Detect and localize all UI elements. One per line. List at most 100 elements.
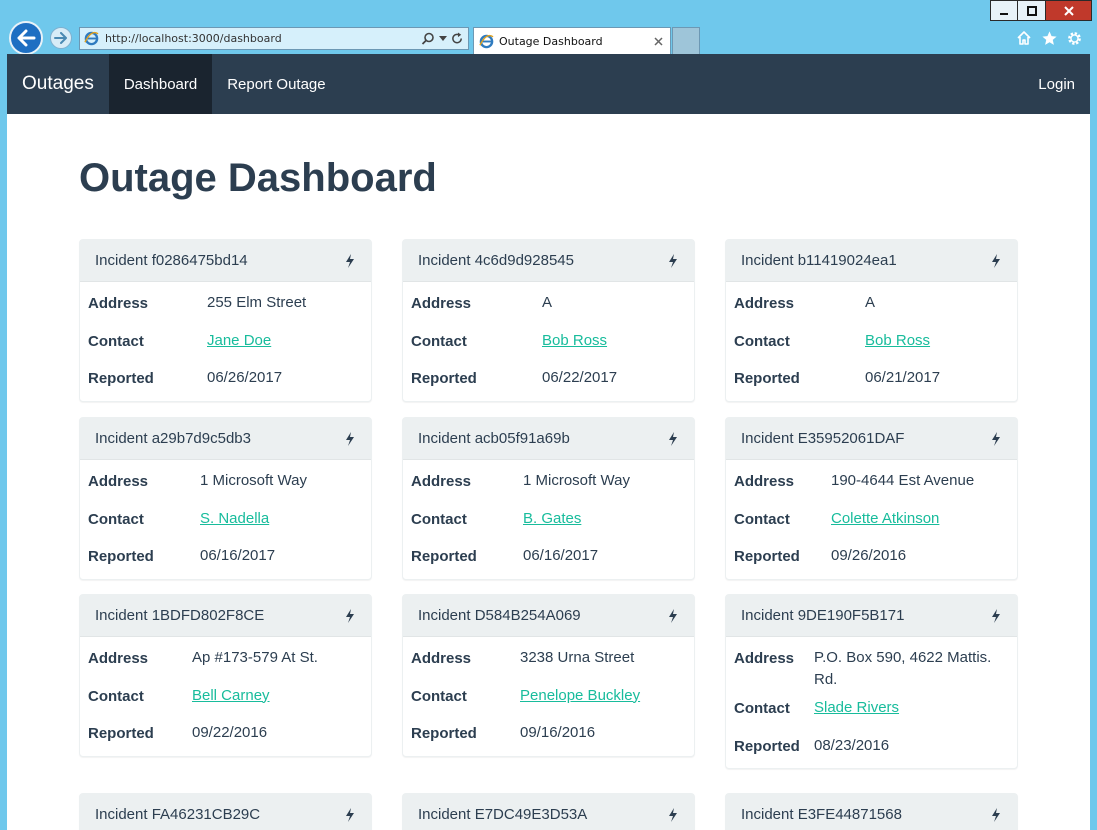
refresh-icon[interactable] bbox=[451, 32, 464, 45]
favorites-button[interactable] bbox=[1040, 29, 1058, 47]
ie-page-icon bbox=[84, 31, 99, 46]
contact-label: Contact bbox=[734, 332, 790, 350]
contact-link[interactable]: Bob Ross bbox=[865, 330, 930, 352]
browser-toolbar-icons bbox=[1015, 29, 1083, 47]
nav-report-outage[interactable]: Report Outage bbox=[212, 54, 340, 114]
address-label: Address bbox=[734, 295, 795, 312]
contact-label: Contact bbox=[734, 700, 790, 717]
tab-close-button[interactable] bbox=[650, 33, 666, 49]
contact-link[interactable]: Penelope Buckley bbox=[520, 685, 640, 707]
incident-title: Incident acb05f91a69b bbox=[418, 430, 570, 447]
incident-card-header: Incident E35952061DAF bbox=[726, 418, 1017, 460]
address-value: A bbox=[542, 294, 553, 311]
bolt-icon bbox=[989, 807, 1003, 823]
incident-card-header: Incident b11419024ea1 bbox=[726, 240, 1017, 282]
back-button[interactable] bbox=[9, 21, 43, 55]
contact-row: Contact Bell Carney bbox=[88, 679, 363, 717]
address-bar[interactable]: http://localhost:3000/dashboard bbox=[79, 27, 469, 50]
incident-card-body: Address Ap #173-579 At St. Contact Bell Ca… bbox=[80, 637, 371, 756]
minimize-icon bbox=[1000, 12, 1008, 15]
incident-card-body: Address 1 Microsoft Way Contact B. Gates R… bbox=[403, 460, 694, 579]
incident-card: Incident D584B254A069 Address 3238 Urna S… bbox=[402, 594, 695, 757]
reported-label: Reported bbox=[734, 370, 800, 387]
close-tab-icon bbox=[653, 36, 663, 46]
home-button[interactable] bbox=[1015, 29, 1033, 47]
maximize-button[interactable] bbox=[1018, 0, 1046, 21]
contact-label: Contact bbox=[88, 510, 144, 528]
address-row: Address 1 Microsoft Way bbox=[88, 464, 363, 502]
contact-label: Contact bbox=[411, 510, 467, 528]
incident-card-body: Address 1 Microsoft Way Contact S. Nadella… bbox=[80, 460, 371, 579]
incident-title: Incident 4c6d9d928545 bbox=[418, 252, 574, 269]
new-tab-button[interactable] bbox=[672, 27, 700, 54]
incident-card: Incident 1BDFD802F8CE Address Ap #173-579… bbox=[79, 594, 372, 757]
arrow-left-icon bbox=[17, 29, 36, 47]
contact-link[interactable]: Slade Rivers bbox=[814, 697, 899, 719]
reported-label: Reported bbox=[411, 370, 477, 387]
incident-title: Incident D584B254A069 bbox=[418, 607, 581, 624]
bolt-icon bbox=[343, 253, 357, 269]
reported-value: 09/26/2016 bbox=[831, 547, 907, 564]
search-icon[interactable] bbox=[421, 32, 435, 46]
contact-link[interactable]: Bob Ross bbox=[542, 330, 607, 352]
address-row: Address A bbox=[411, 286, 686, 324]
chevron-down-icon[interactable] bbox=[439, 35, 447, 42]
incident-card: Incident 9DE190F5B171 Address P.O. Box 59… bbox=[725, 594, 1018, 769]
address-label: Address bbox=[734, 650, 795, 667]
contact-link[interactable]: S. Nadella bbox=[200, 508, 269, 530]
reported-row: Reported 09/22/2016 bbox=[88, 716, 363, 754]
incident-title: Incident E7DC49E3D53A bbox=[418, 806, 588, 823]
reported-row: Reported 06/21/2017 bbox=[734, 361, 1009, 399]
incident-card-header: Incident E3FE44871568 bbox=[726, 794, 1017, 830]
address-value: P.O. Box 590, 4622 Mattis. Rd. bbox=[814, 649, 992, 688]
bolt-icon bbox=[666, 807, 680, 823]
incident-card-header: Incident 4c6d9d928545 bbox=[403, 240, 694, 282]
forward-button[interactable] bbox=[50, 27, 72, 49]
incident-card: Incident a29b7d9c5db3 Address 1 Microsoft… bbox=[79, 417, 372, 580]
contact-link[interactable]: Bell Carney bbox=[192, 685, 270, 707]
reported-row: Reported 06/22/2017 bbox=[411, 361, 686, 399]
incident-card: Incident FA46231CB29C bbox=[79, 793, 372, 830]
incident-title: Incident 9DE190F5B171 bbox=[741, 607, 905, 624]
browser-tab[interactable]: Outage Dashboard bbox=[473, 27, 671, 54]
navbar: Outages Dashboard Report Outage Login bbox=[7, 54, 1090, 114]
address-row: Address 3238 Urna Street bbox=[411, 641, 686, 679]
page-title: Outage Dashboard bbox=[79, 156, 437, 200]
close-window-button[interactable] bbox=[1046, 0, 1092, 21]
bolt-icon bbox=[666, 608, 680, 624]
contact-link[interactable]: B. Gates bbox=[523, 508, 581, 530]
address-label: Address bbox=[88, 295, 149, 312]
address-row: Address A bbox=[734, 286, 1009, 324]
reported-label: Reported bbox=[734, 737, 800, 755]
incident-card-header: Incident 1BDFD802F8CE bbox=[80, 595, 371, 637]
brand-link[interactable]: Outages bbox=[7, 54, 109, 114]
bolt-icon bbox=[666, 253, 680, 269]
home-icon bbox=[1017, 31, 1031, 45]
contact-link[interactable]: Jane Doe bbox=[207, 330, 271, 352]
nav-dashboard[interactable]: Dashboard bbox=[108, 54, 213, 114]
contact-link[interactable]: Colette Atkinson bbox=[831, 508, 939, 530]
reported-label: Reported bbox=[411, 725, 477, 742]
reported-value: 06/16/2017 bbox=[200, 547, 276, 564]
contact-label: Contact bbox=[411, 687, 467, 705]
browser-chrome: http://localhost:3000/dashboard Outage D… bbox=[0, 0, 1097, 55]
incident-card-header: Incident FA46231CB29C bbox=[80, 794, 371, 830]
reported-row: Reported 08/23/2016 bbox=[734, 729, 1009, 767]
settings-button[interactable] bbox=[1065, 29, 1083, 47]
star-icon bbox=[1041, 30, 1057, 45]
contact-row: Contact Jane Doe bbox=[88, 324, 363, 362]
bolt-icon bbox=[989, 431, 1003, 447]
reported-value: 06/16/2017 bbox=[523, 547, 599, 564]
contact-label: Contact bbox=[88, 687, 144, 705]
incident-card-body: Address 255 Elm Street Contact Jane Doe Re… bbox=[80, 282, 371, 401]
incident-title: Incident E35952061DAF bbox=[741, 430, 905, 447]
contact-row: Contact Colette Atkinson bbox=[734, 502, 1009, 540]
nav-login[interactable]: Login bbox=[1023, 54, 1090, 114]
address-row: Address P.O. Box 590, 4622 Mattis. Rd. bbox=[734, 641, 1009, 691]
incident-card: Incident acb05f91a69b Address 1 Microsoft… bbox=[402, 417, 695, 580]
incident-card-header: Incident E7DC49E3D53A bbox=[403, 794, 694, 830]
minimize-button[interactable] bbox=[990, 0, 1018, 21]
incident-title: Incident E3FE44871568 bbox=[741, 806, 902, 823]
reported-value: 08/23/2016 bbox=[814, 736, 890, 754]
